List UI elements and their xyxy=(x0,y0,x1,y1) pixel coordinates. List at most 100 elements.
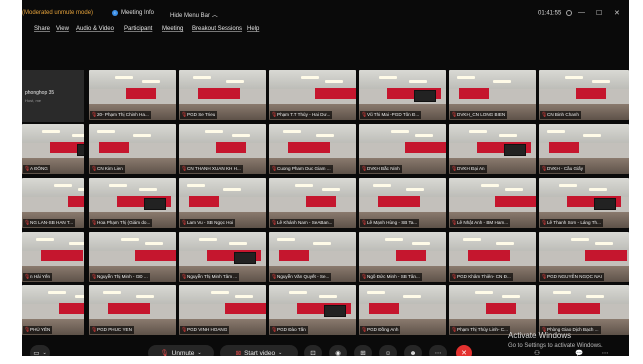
participant-name-tag: 🎙 PGD NGUYỄN NGỌC NAI xyxy=(540,273,604,281)
participant-tile[interactable]: 🎙 Vũ Thi Mai -PGD Tôn Đ... xyxy=(359,70,446,120)
video-ceiling-light xyxy=(75,295,84,298)
participant-tile[interactable]: 🎙 n Hải Yến xyxy=(22,232,84,282)
timer-value: 01:41:55 xyxy=(538,10,562,17)
participant-tile[interactable]: 🎙 Phạm Thị Thùy Linh- C... xyxy=(449,285,536,335)
participant-name-tag: 🎙 Lê Mạnh Hùng - SB Ta... xyxy=(360,219,420,227)
participant-tile[interactable]: 🎙 Ngô Đức Minh - SB Tân... xyxy=(359,232,446,282)
video-ceiling-light xyxy=(553,291,571,294)
participant-tile[interactable]: 🎙 CN Binh Chanh xyxy=(539,70,629,120)
video-ceiling-light xyxy=(319,295,337,298)
participant-tile[interactable]: 🎙 Nguyễn Thị Minh - GĐ ... xyxy=(89,232,176,282)
participant-name: n Hải Yến xyxy=(30,274,51,279)
participant-tile[interactable]: 🎙 PGD Se Trieu xyxy=(179,70,266,120)
video-ceiling-light xyxy=(325,80,343,83)
video-ceiling xyxy=(269,70,356,89)
participant-name-tag: 🎙 A ĐÔNG xyxy=(23,165,50,173)
participant-tile[interactable]: 🎙 PGD Khâm Thiên- CN Đ... xyxy=(449,232,536,282)
video-ceiling xyxy=(539,232,629,251)
video-ceiling xyxy=(269,178,356,197)
muted-microphone-icon: 🎙 xyxy=(91,166,98,172)
meeting-info-button[interactable]: i Meeting Info xyxy=(112,10,154,16)
video-red-banner xyxy=(558,303,600,314)
participant-name: Phạm T.T Thủy - Hai Dư... xyxy=(277,112,331,117)
video-ceiling-light xyxy=(559,184,577,187)
participant-tile[interactable]: 🎙 Lê Khánh Nam - SeABan... xyxy=(269,178,356,228)
menu-item-meeting[interactable]: Meeting xyxy=(162,26,183,32)
participant-name-tag: 🎙 CN Binh Chanh xyxy=(540,111,581,119)
participant-tile[interactable]: 🎙 DVKH_CN LONG BIEN xyxy=(449,70,536,120)
menu-item-view[interactable]: View xyxy=(56,26,69,32)
participant-tile[interactable]: 🎙 Cuong Pham Duc Giam ... xyxy=(269,124,356,174)
video-tv-screen xyxy=(144,198,166,210)
participant-tile[interactable]: 🎙 NG LAN-SB HAN T... xyxy=(22,178,84,228)
participant-tile[interactable]: 🎙 PGD Đào Tấn xyxy=(269,285,356,335)
participant-tile[interactable]: 🎙 Lam Vu - SB Ngọc Hoi xyxy=(179,178,266,228)
close-icon[interactable]: ✕ xyxy=(614,9,620,17)
participant-tile[interactable]: 🎙 Lê Thanh Sơn - Láng Th... xyxy=(539,178,629,228)
video-ceiling-light xyxy=(199,238,217,241)
video-red-banner xyxy=(59,303,84,314)
minimize-icon[interactable]: — xyxy=(578,9,585,16)
participant-tile[interactable]: 🎙 CN THANH XUAN KH H... xyxy=(179,124,266,174)
participant-name-tag: 🎙 Phạm Thị Thùy Linh- C... xyxy=(450,326,510,334)
video-ceiling-light xyxy=(457,76,475,79)
participant-tile[interactable]: 🎙 Lê Nhật Anh - BM Ham... xyxy=(449,178,536,228)
participant-tile[interactable]: 🎙 PHÚ YÊN xyxy=(22,285,84,335)
hide-menu-bar-button[interactable]: Hide Menu Bar ︿ xyxy=(170,10,218,19)
video-ceiling xyxy=(179,232,266,251)
participant-name: Lê Mạnh Hùng - SB Ta... xyxy=(367,220,418,225)
video-ceiling xyxy=(22,178,84,197)
participant-name: DVKH Bắc Ninh xyxy=(367,166,400,171)
menu-item-share[interactable]: Share xyxy=(34,26,50,32)
participant-tile[interactable]: 🎙 A ĐÔNG xyxy=(22,124,84,174)
timer-dropdown-icon[interactable] xyxy=(566,10,573,16)
participant-name: PGD VINH HOANG xyxy=(187,327,228,332)
muted-microphone-icon: 🎙 xyxy=(24,327,31,333)
video-ceiling-light xyxy=(205,130,223,133)
participant-tile[interactable]: 🎙 Lê Mạnh Hùng - SB Ta... xyxy=(359,178,446,228)
participant-tile[interactable]: 🎙 Phòng Giao Dịch Bạch ... xyxy=(539,285,629,335)
participant-tile[interactable]: 🎙 PGD Đồng Anh xyxy=(359,285,446,335)
video-red-banner xyxy=(135,250,176,261)
video-ceiling-light xyxy=(367,291,385,294)
participant-tile[interactable]: 🎙 DVKH - Cầu Giấy xyxy=(539,124,629,174)
muted-microphone-icon: 🎙 xyxy=(361,112,368,118)
activate-windows-watermark: Activate Windows xyxy=(508,331,572,340)
participant-name: PHÚ YÊN xyxy=(30,327,51,332)
participant-tile[interactable]: 🎙 CN Kim Lien xyxy=(89,124,176,174)
menu-item-audio-video[interactable]: Audio & Video xyxy=(76,26,114,32)
video-ceiling-light xyxy=(145,242,163,245)
maximize-icon[interactable]: ☐ xyxy=(596,9,602,17)
menu-item-breakout-sessions[interactable]: Breakout Sessions xyxy=(192,26,242,32)
participant-tile[interactable]: 🎙 PGD VINH HOANG xyxy=(179,285,266,335)
participant-name: Ngô Đức Minh - SB Tân... xyxy=(367,274,420,279)
menu-item-help[interactable]: Help xyxy=(247,26,259,32)
video-tv-screen xyxy=(234,252,256,264)
chevron-up-icon: ︿ xyxy=(211,13,218,19)
participant-name: 20- Phạm Thị Chinh Ha... xyxy=(97,112,149,117)
muted-microphone-icon: 🎙 xyxy=(451,220,458,226)
participant-tile[interactable]: 🎙 Phạm T.T Thủy - Hai Dư... xyxy=(269,70,356,120)
participant-tile[interactable]: 🎙 Nguyễn Văn Quyết - Se... xyxy=(269,232,356,282)
participant-name: NG LAN-SB HAN T... xyxy=(30,220,74,225)
menu-item-participant[interactable]: Participant xyxy=(124,26,152,32)
participant-tile[interactable]: 🎙 DVKH Bắc Ninh xyxy=(359,124,446,174)
participant-name-tag: 🎙 Ngô Đức Minh - SB Tân... xyxy=(360,273,422,281)
video-ceiling-light xyxy=(277,238,295,241)
muted-microphone-icon: 🎙 xyxy=(451,274,458,280)
video-ceiling-light xyxy=(589,188,607,191)
participant-name-tag: 🎙 PHÚ YÊN xyxy=(23,326,53,334)
video-ceiling xyxy=(449,285,536,304)
video-ceiling-light xyxy=(109,184,127,187)
video-ceiling xyxy=(449,232,536,251)
participant-tile[interactable]: 🎙 PGD PHUC YEN xyxy=(89,285,176,335)
participant-tile[interactable]: 🎙 PGD NGUYỄN NGỌC NAI xyxy=(539,232,629,282)
participant-tile[interactable]: 🎙 DVKH Đại An xyxy=(449,124,536,174)
participant-name: DVKH Đại An xyxy=(457,166,485,171)
video-ceiling-light xyxy=(121,238,139,241)
participant-tile[interactable]: 🎙 20- Phạm Thị Chinh Ha... xyxy=(89,70,176,120)
participant-tile[interactable]: 🎙 Nguyễn Thị Minh Tâm ... xyxy=(179,232,266,282)
host-self-tile[interactable]: phonghop 35 Host, me xyxy=(22,70,84,122)
participant-tile[interactable]: 🎙 Hoa Phạm Thị (Giám do... xyxy=(89,178,176,228)
participant-name: PGD Đào Tấn xyxy=(277,327,306,332)
